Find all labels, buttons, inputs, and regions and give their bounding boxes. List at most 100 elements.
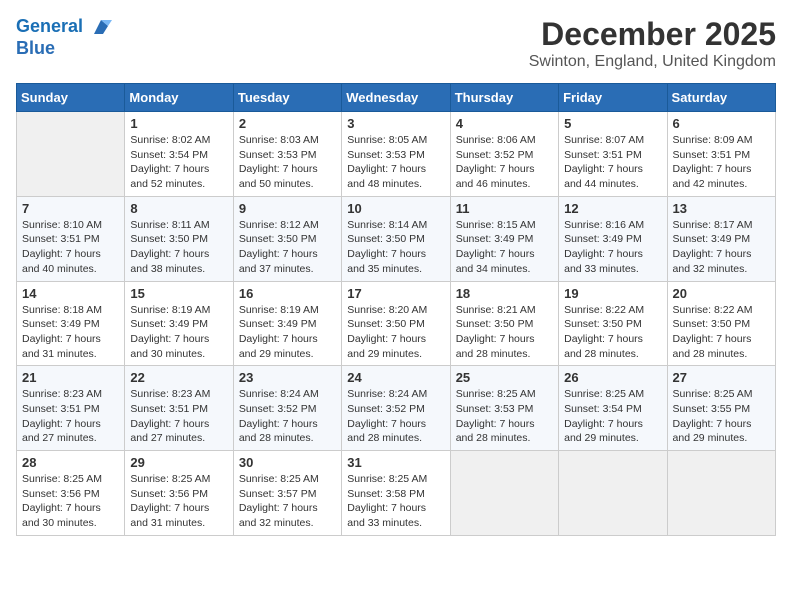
weekday-header-sunday: Sunday	[17, 84, 125, 112]
day-info: Sunrise: 8:25 AM Sunset: 3:56 PM Dayligh…	[130, 472, 227, 531]
day-info: Sunrise: 8:25 AM Sunset: 3:56 PM Dayligh…	[22, 472, 119, 531]
calendar-cell: 1Sunrise: 8:02 AM Sunset: 3:54 PM Daylig…	[125, 112, 233, 197]
day-info: Sunrise: 8:14 AM Sunset: 3:50 PM Dayligh…	[347, 218, 444, 277]
page-header: General Blue December 2025 Swinton, Engl…	[16, 16, 776, 71]
calendar-cell: 30 Sunrise: 8:25 AM Sunset: 3:57 PM Dayli…	[233, 451, 341, 536]
day-info: Sunrise: 8:25 AM Sunset: 3:58 PM Dayligh…	[347, 472, 444, 531]
calendar-cell	[17, 112, 125, 197]
calendar-week-1: 1Sunrise: 8:02 AM Sunset: 3:54 PM Daylig…	[17, 112, 776, 197]
day-info: Sunrise: 8:21 AM Sunset: 3:50 PM Dayligh…	[456, 303, 553, 362]
calendar-cell: 5 Sunrise: 8:07 AM Sunset: 3:51 PM Daylig…	[559, 112, 667, 197]
day-number: 10	[347, 201, 444, 216]
location-title: Swinton, England, United Kingdom	[529, 53, 776, 71]
calendar-cell	[667, 451, 775, 536]
weekday-header-thursday: Thursday	[450, 84, 558, 112]
calendar-cell: 11 Sunrise: 8:15 AM Sunset: 3:49 PM Dayli…	[450, 196, 558, 281]
calendar-body: 1Sunrise: 8:02 AM Sunset: 3:54 PM Daylig…	[17, 112, 776, 536]
calendar-cell: 22 Sunrise: 8:23 AM Sunset: 3:51 PM Dayli…	[125, 366, 233, 451]
title-block: December 2025 Swinton, England, United K…	[529, 16, 776, 71]
calendar-cell	[559, 451, 667, 536]
calendar-cell: 14 Sunrise: 8:18 AM Sunset: 3:49 PM Dayli…	[17, 281, 125, 366]
logo-icon	[90, 16, 112, 38]
day-info: Sunrise: 8:03 AM Sunset: 3:53 PM Dayligh…	[239, 133, 336, 192]
day-info: Sunrise: 8:22 AM Sunset: 3:50 PM Dayligh…	[564, 303, 661, 362]
day-number: 16	[239, 286, 336, 301]
day-number: 30	[239, 455, 336, 470]
calendar-cell: 2 Sunrise: 8:03 AM Sunset: 3:53 PM Daylig…	[233, 112, 341, 197]
day-number: 5	[564, 116, 661, 131]
day-info: Sunrise: 8:23 AM Sunset: 3:51 PM Dayligh…	[130, 387, 227, 446]
calendar-cell: 23Sunrise: 8:24 AM Sunset: 3:52 PM Dayli…	[233, 366, 341, 451]
calendar-cell: 18 Sunrise: 8:21 AM Sunset: 3:50 PM Dayli…	[450, 281, 558, 366]
day-info: Sunrise: 8:10 AM Sunset: 3:51 PM Dayligh…	[22, 218, 119, 277]
day-number: 31	[347, 455, 444, 470]
calendar-cell: 6 Sunrise: 8:09 AM Sunset: 3:51 PM Daylig…	[667, 112, 775, 197]
day-info: Sunrise: 8:25 AM Sunset: 3:57 PM Dayligh…	[239, 472, 336, 531]
day-number: 4	[456, 116, 553, 131]
day-number: 3	[347, 116, 444, 131]
calendar-week-2: 7Sunrise: 8:10 AM Sunset: 3:51 PM Daylig…	[17, 196, 776, 281]
day-info: Sunrise: 8:06 AM Sunset: 3:52 PM Dayligh…	[456, 133, 553, 192]
calendar-cell: 12 Sunrise: 8:16 AM Sunset: 3:49 PM Dayli…	[559, 196, 667, 281]
calendar-table: SundayMondayTuesdayWednesdayThursdayFrid…	[16, 83, 776, 536]
day-info: Sunrise: 8:19 AM Sunset: 3:49 PM Dayligh…	[239, 303, 336, 362]
day-info: Sunrise: 8:09 AM Sunset: 3:51 PM Dayligh…	[673, 133, 770, 192]
calendar-cell: 27Sunrise: 8:25 AM Sunset: 3:55 PM Dayli…	[667, 366, 775, 451]
day-number: 8	[130, 201, 227, 216]
day-number: 15	[130, 286, 227, 301]
weekday-header-tuesday: Tuesday	[233, 84, 341, 112]
day-number: 20	[673, 286, 770, 301]
day-info: Sunrise: 8:15 AM Sunset: 3:49 PM Dayligh…	[456, 218, 553, 277]
day-number: 1	[130, 116, 227, 131]
day-info: Sunrise: 8:23 AM Sunset: 3:51 PM Dayligh…	[22, 387, 119, 446]
calendar-cell: 3Sunrise: 8:05 AM Sunset: 3:53 PM Daylig…	[342, 112, 450, 197]
weekday-header-saturday: Saturday	[667, 84, 775, 112]
day-number: 25	[456, 370, 553, 385]
day-number: 2	[239, 116, 336, 131]
weekday-header-row: SundayMondayTuesdayWednesdayThursdayFrid…	[17, 84, 776, 112]
day-number: 18	[456, 286, 553, 301]
day-info: Sunrise: 8:24 AM Sunset: 3:52 PM Dayligh…	[239, 387, 336, 446]
day-number: 27	[673, 370, 770, 385]
calendar-cell: 9 Sunrise: 8:12 AM Sunset: 3:50 PM Daylig…	[233, 196, 341, 281]
day-info: Sunrise: 8:18 AM Sunset: 3:49 PM Dayligh…	[22, 303, 119, 362]
calendar-cell: 21Sunrise: 8:23 AM Sunset: 3:51 PM Dayli…	[17, 366, 125, 451]
weekday-header-friday: Friday	[559, 84, 667, 112]
day-info: Sunrise: 8:07 AM Sunset: 3:51 PM Dayligh…	[564, 133, 661, 192]
calendar-cell: 29 Sunrise: 8:25 AM Sunset: 3:56 PM Dayli…	[125, 451, 233, 536]
logo-blue: Blue	[16, 38, 112, 59]
calendar-week-5: 28 Sunrise: 8:25 AM Sunset: 3:56 PM Dayli…	[17, 451, 776, 536]
day-number: 17	[347, 286, 444, 301]
calendar-cell: 10 Sunrise: 8:14 AM Sunset: 3:50 PM Dayli…	[342, 196, 450, 281]
calendar-week-3: 14 Sunrise: 8:18 AM Sunset: 3:49 PM Dayli…	[17, 281, 776, 366]
day-info: Sunrise: 8:25 AM Sunset: 3:53 PM Dayligh…	[456, 387, 553, 446]
calendar-cell: 16 Sunrise: 8:19 AM Sunset: 3:49 PM Dayli…	[233, 281, 341, 366]
day-number: 26	[564, 370, 661, 385]
day-number: 22	[130, 370, 227, 385]
day-info: Sunrise: 8:11 AM Sunset: 3:50 PM Dayligh…	[130, 218, 227, 277]
day-number: 6	[673, 116, 770, 131]
calendar-cell: 20 Sunrise: 8:22 AM Sunset: 3:50 PM Dayli…	[667, 281, 775, 366]
calendar-cell: 24Sunrise: 8:24 AM Sunset: 3:52 PM Dayli…	[342, 366, 450, 451]
day-info: Sunrise: 8:12 AM Sunset: 3:50 PM Dayligh…	[239, 218, 336, 277]
day-number: 11	[456, 201, 553, 216]
weekday-header-wednesday: Wednesday	[342, 84, 450, 112]
day-number: 9	[239, 201, 336, 216]
weekday-header-monday: Monday	[125, 84, 233, 112]
day-number: 12	[564, 201, 661, 216]
day-info: Sunrise: 8:22 AM Sunset: 3:50 PM Dayligh…	[673, 303, 770, 362]
calendar-cell: 8 Sunrise: 8:11 AM Sunset: 3:50 PM Daylig…	[125, 196, 233, 281]
day-number: 28	[22, 455, 119, 470]
calendar-cell: 7Sunrise: 8:10 AM Sunset: 3:51 PM Daylig…	[17, 196, 125, 281]
calendar-cell: 25 Sunrise: 8:25 AM Sunset: 3:53 PM Dayli…	[450, 366, 558, 451]
day-info: Sunrise: 8:20 AM Sunset: 3:50 PM Dayligh…	[347, 303, 444, 362]
calendar-week-4: 21Sunrise: 8:23 AM Sunset: 3:51 PM Dayli…	[17, 366, 776, 451]
calendar-cell	[450, 451, 558, 536]
day-info: Sunrise: 8:16 AM Sunset: 3:49 PM Dayligh…	[564, 218, 661, 277]
calendar-cell: 19Sunrise: 8:22 AM Sunset: 3:50 PM Dayli…	[559, 281, 667, 366]
day-number: 13	[673, 201, 770, 216]
day-number: 29	[130, 455, 227, 470]
day-number: 24	[347, 370, 444, 385]
calendar-cell: 15Sunrise: 8:19 AM Sunset: 3:49 PM Dayli…	[125, 281, 233, 366]
day-number: 14	[22, 286, 119, 301]
